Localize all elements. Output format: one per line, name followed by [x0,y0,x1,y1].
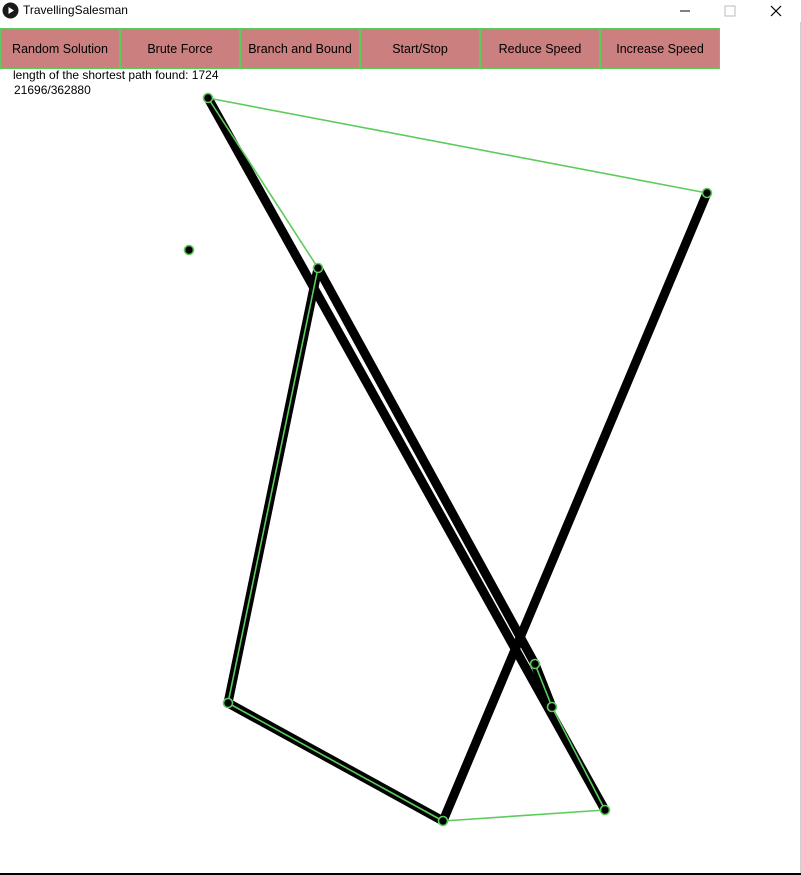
brute-force-button[interactable]: Brute Force [120,28,240,69]
city-node [202,92,214,104]
city-node [183,244,195,256]
permutation-progress: 21696/362880 [14,83,91,97]
current-path-edge [438,188,712,826]
city-node [222,697,234,709]
current-path-edge [203,93,610,815]
best-path-edge [207,97,708,194]
increase-speed-button[interactable]: Increase Speed [600,28,720,69]
city-node [529,658,541,670]
city-node [599,804,611,816]
tour-canvas [183,92,713,827]
best-path-edge [442,809,606,822]
branch-and-bound-button[interactable]: Branch and Bound [240,28,360,69]
city-node [546,701,558,713]
start-stop-button[interactable]: Start/Stop [360,28,480,69]
best-path-edge [207,97,319,269]
best-path-edge [551,706,606,811]
shortest-path-length: length of the shortest path found: 1724 [13,68,219,82]
toolbar: Random Solution Brute Force Branch and B… [0,28,720,70]
current-path-edge [313,263,540,669]
random-solution-button[interactable]: Random Solution [0,28,120,69]
city-node [437,815,449,827]
best-path-edge [227,267,319,704]
city-node [701,187,713,199]
city-node [312,262,324,274]
reduce-speed-button[interactable]: Reduce Speed [480,28,600,69]
best-path-edge [227,702,444,822]
